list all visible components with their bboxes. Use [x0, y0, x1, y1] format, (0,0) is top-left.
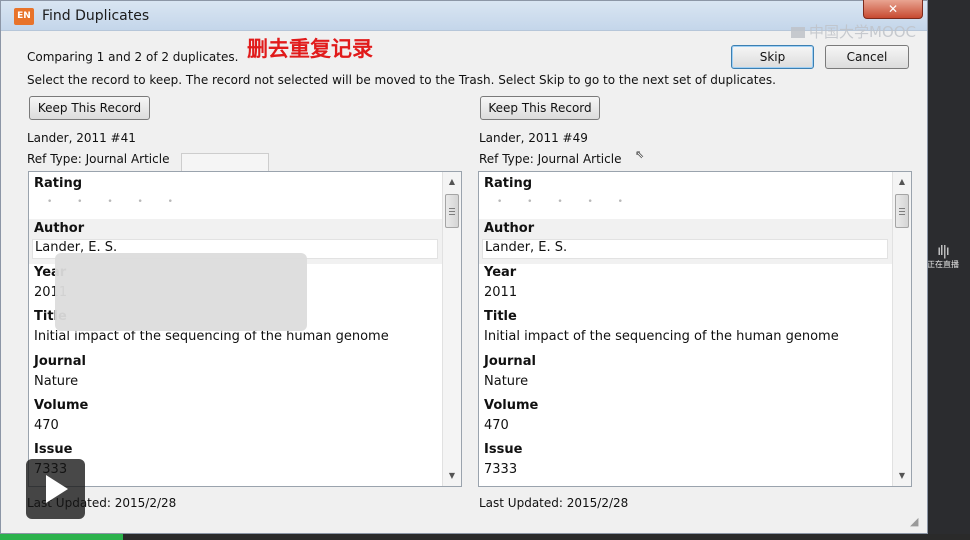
scroll-down-icon[interactable]: ▼	[893, 468, 911, 484]
volume-label: Volume	[34, 398, 89, 413]
lesson-caption: 删去重复记录	[247, 37, 373, 61]
rating-stars[interactable]: • • • • •	[497, 197, 634, 207]
keep-right-record-button[interactable]: Keep This Record	[480, 96, 600, 120]
rating-label: Rating	[34, 176, 83, 191]
title-bar: EN Find Duplicates ✕	[1, 0, 927, 31]
rating-stars[interactable]: • • • • •	[47, 197, 184, 207]
volume-value[interactable]: 470	[34, 418, 59, 433]
title-label: Title	[484, 309, 517, 324]
issue-value[interactable]: 7333	[484, 462, 517, 477]
video-progress-fill	[0, 534, 124, 540]
volume-label: Volume	[484, 398, 539, 413]
issue-label: Issue	[34, 442, 73, 457]
window-title: Find Duplicates	[42, 8, 150, 24]
video-sidebar	[925, 0, 970, 540]
left-scrollbar[interactable]: ▲ ▼	[442, 172, 461, 486]
resize-grip-icon[interactable]: ◢	[910, 515, 924, 529]
cancel-button[interactable]: Cancel	[825, 45, 909, 69]
mooc-logo-icon	[791, 27, 805, 38]
journal-value[interactable]: Nature	[484, 374, 528, 389]
volume-value[interactable]: 470	[484, 418, 509, 433]
right-record-id: Lander, 2011 #49	[479, 131, 588, 145]
comparison-status: Comparing 1 and 2 of 2 duplicates.	[27, 50, 239, 64]
skip-button[interactable]: Skip	[731, 45, 814, 69]
journal-label: Journal	[34, 354, 86, 369]
left-ref-type: Ref Type: Journal Article	[27, 152, 170, 166]
right-record-panel[interactable]: Rating • • • • • Author Lander, E. S. Ye…	[478, 171, 912, 487]
author-label: Author	[34, 221, 85, 236]
right-scrollbar[interactable]: ▲ ▼	[892, 172, 911, 486]
scroll-thumb[interactable]	[445, 194, 459, 228]
video-progress-bar[interactable]	[0, 534, 970, 540]
live-indicator[interactable]: ıl|ı 正在直播	[926, 244, 960, 270]
mouse-cursor-icon: ⇖	[635, 148, 645, 161]
title-value[interactable]: Initial impact of the sequencing of the …	[484, 329, 839, 344]
close-window-button[interactable]: ✕	[863, 0, 923, 19]
rating-label: Rating	[484, 176, 533, 191]
live-label: 正在直播	[927, 260, 959, 269]
title-value[interactable]: Initial impact of the sequencing of the …	[34, 329, 389, 344]
year-value[interactable]: 2011	[484, 285, 517, 300]
scroll-up-icon[interactable]: ▲	[443, 174, 461, 190]
left-record-id: Lander, 2011 #41	[27, 131, 136, 145]
grip-icon	[449, 208, 455, 209]
scroll-down-icon[interactable]: ▼	[443, 468, 461, 484]
audio-bars-icon: ıl|ı	[937, 244, 949, 259]
journal-label: Journal	[484, 354, 536, 369]
right-ref-type: Ref Type: Journal Article	[479, 152, 622, 166]
instructions-text: Select the record to keep. The record no…	[27, 73, 776, 87]
issue-label: Issue	[484, 442, 523, 457]
year-label: Year	[484, 265, 517, 280]
video-overlay-popup	[55, 253, 307, 331]
right-record-fields: Rating • • • • • Author Lander, E. S. Ye…	[479, 172, 893, 486]
grip-icon	[899, 208, 905, 209]
play-button[interactable]	[26, 459, 85, 519]
play-icon	[46, 475, 68, 503]
watermark-text: 中国大学MOOC	[809, 23, 917, 41]
right-last-updated: Last Updated: 2015/2/28	[479, 496, 629, 510]
author-label: Author	[484, 221, 535, 236]
endnote-app-icon: EN	[14, 8, 34, 25]
author-value[interactable]: Lander, E. S.	[485, 240, 567, 255]
scroll-up-icon[interactable]: ▲	[893, 174, 911, 190]
scroll-thumb[interactable]	[895, 194, 909, 228]
mooc-watermark: 中国大学MOOC	[791, 21, 916, 42]
keep-left-record-button[interactable]: Keep This Record	[29, 96, 150, 120]
journal-value[interactable]: Nature	[34, 374, 78, 389]
